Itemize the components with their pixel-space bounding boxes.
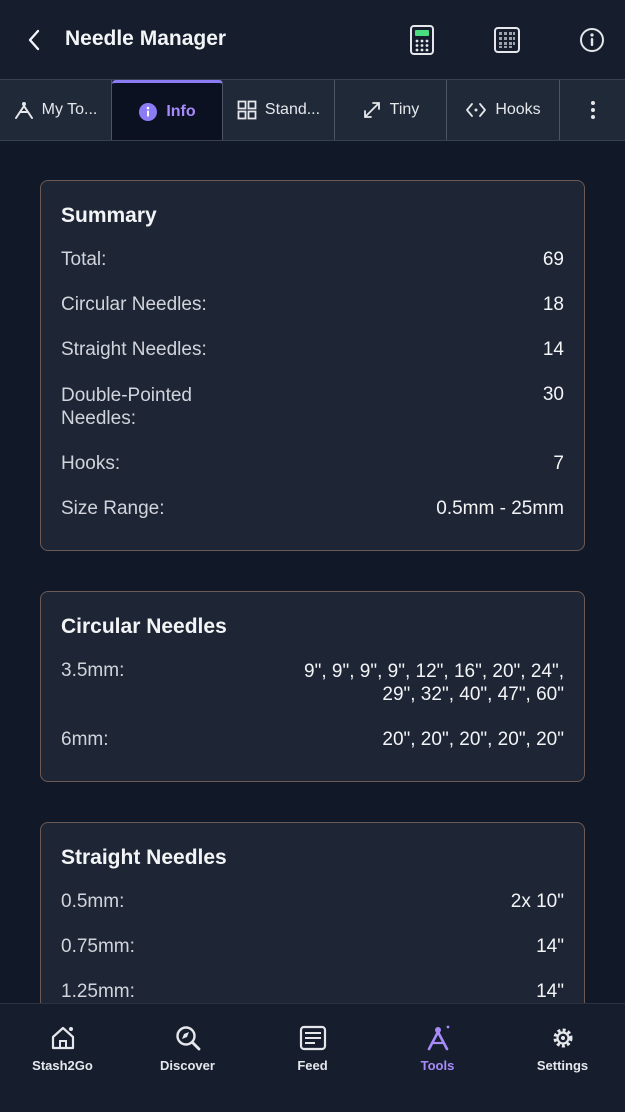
row-value: 20", 20", 20", 20", 20": [382, 729, 564, 750]
row-value: 14": [536, 936, 564, 957]
feed-icon: [299, 1025, 326, 1051]
row-value-line: 9", 9", 9", 9", 12", 16", 20", 24",: [304, 661, 564, 682]
nav-label: Tools: [420, 1058, 455, 1073]
straight-needles-card: Straight Needles 0.5mm: 2x 10" 0.75mm: 1…: [40, 822, 585, 1003]
tab-standard[interactable]: Stand...: [223, 80, 335, 140]
back-icon: [28, 29, 40, 51]
summary-row-hooks: Hooks: 7: [61, 453, 564, 475]
tab-bar: My To... Info Stand... Tiny Hooks: [0, 79, 625, 141]
row-label: 1.25mm:: [61, 981, 135, 1002]
nav-label: Discover: [160, 1058, 215, 1073]
nav-tools[interactable]: Tools: [375, 1004, 500, 1112]
summary-row-total: Total: 69: [61, 249, 564, 271]
row-value: 7: [553, 453, 564, 474]
row-label: 0.75mm:: [61, 936, 135, 957]
tab-label: Stand...: [264, 101, 321, 118]
home-icon: [51, 1026, 74, 1050]
calculator-button[interactable]: [404, 22, 440, 58]
app-root: Needle Manager My To... Info Stand... Ti…: [0, 0, 625, 1112]
bottom-nav: Stash2Go Discover Feed Tools Settings: [0, 1003, 625, 1112]
row-label: Straight Needles:: [61, 339, 207, 360]
info-button[interactable]: [574, 22, 610, 58]
nav-stash2go[interactable]: Stash2Go: [0, 1004, 125, 1112]
row-label: 3.5mm:: [61, 660, 125, 681]
row-value-line: 29", 32", 40", 47", 60": [382, 684, 564, 705]
grid-button[interactable]: [489, 22, 525, 58]
row-value: 9", 9", 9", 9", 12", 16", 20", 24", 29",…: [304, 660, 564, 706]
app-header: Needle Manager: [0, 0, 625, 80]
nav-label: Settings: [536, 1058, 589, 1073]
circular-row-6mm: 6mm: 20", 20", 20", 20", 20": [61, 729, 564, 751]
tab-info[interactable]: Info: [112, 80, 223, 140]
tools-icon: [427, 1025, 449, 1051]
row-label: 0.5mm:: [61, 891, 125, 912]
discover-icon: [175, 1026, 200, 1051]
nav-feed[interactable]: Feed: [250, 1004, 375, 1112]
tab-label: Hooks: [495, 101, 541, 118]
hook-icon: [466, 103, 487, 117]
grid-icon: [494, 27, 520, 53]
card-title: Summary: [61, 204, 157, 227]
info-icon: [139, 102, 158, 121]
info-circle-icon: [580, 28, 604, 52]
circular-row-3-5mm: 3.5mm: 9", 9", 9", 9", 12", 16", 20", 24…: [61, 660, 564, 706]
row-label: Double-Pointed Needles:: [61, 385, 192, 429]
card-title: Straight Needles: [61, 846, 227, 869]
more-vertical-icon: [590, 101, 595, 119]
summary-row-circular: Circular Needles: 18: [61, 294, 564, 316]
row-value: 14: [542, 339, 564, 360]
nav-label: Stash2Go: [32, 1058, 93, 1073]
straight-row-1-25mm: 1.25mm: 14": [61, 981, 564, 1003]
back-button[interactable]: [18, 24, 50, 56]
tab-tiny[interactable]: Tiny: [335, 80, 447, 140]
settings-icon: [553, 1028, 572, 1048]
page-title: Needle Manager: [65, 27, 227, 50]
row-label: Size Range:: [61, 498, 165, 519]
tab-label: My To...: [41, 101, 98, 118]
row-label: Circular Needles:: [61, 294, 207, 315]
row-value: 0.5mm - 25mm: [436, 498, 564, 519]
calculator-icon: [410, 25, 434, 55]
straight-row-0-75mm: 0.75mm: 14": [61, 936, 564, 958]
tab-hooks[interactable]: Hooks: [447, 80, 560, 140]
summary-row-straight: Straight Needles: 14: [61, 339, 564, 361]
tab-label: Tiny: [389, 101, 420, 118]
card-title: Circular Needles: [61, 615, 227, 638]
straight-row-0-5mm: 0.5mm: 2x 10": [61, 891, 564, 913]
circular-needles-card: Circular Needles 3.5mm: 9", 9", 9", 9", …: [40, 591, 585, 782]
summary-card: Summary Total: 69 Circular Needles: 18 S…: [40, 180, 585, 551]
row-value: 30: [542, 384, 564, 405]
row-label: 6mm:: [61, 729, 109, 750]
summary-row-dpn: Double-Pointed Needles: 30: [61, 384, 564, 430]
summary-row-size-range: Size Range: 0.5mm - 25mm: [61, 498, 564, 520]
tab-my-tools[interactable]: My To...: [0, 80, 112, 140]
row-value: 14": [536, 981, 564, 1002]
row-value: 18: [542, 294, 564, 315]
row-value: 69: [542, 249, 564, 270]
tab-more[interactable]: [560, 80, 625, 140]
row-label: Total:: [61, 249, 107, 270]
tab-label: Info: [166, 102, 196, 120]
grid-icon: [237, 100, 257, 120]
row-label: Hooks:: [61, 453, 121, 474]
expand-icon: [363, 102, 380, 118]
nav-label: Feed: [297, 1058, 328, 1073]
tools-icon: [14, 102, 33, 119]
content-area[interactable]: Summary Total: 69 Circular Needles: 18 S…: [0, 141, 625, 1003]
nav-settings[interactable]: Settings: [500, 1004, 625, 1112]
row-value: 2x 10": [510, 891, 564, 912]
nav-discover[interactable]: Discover: [125, 1004, 250, 1112]
